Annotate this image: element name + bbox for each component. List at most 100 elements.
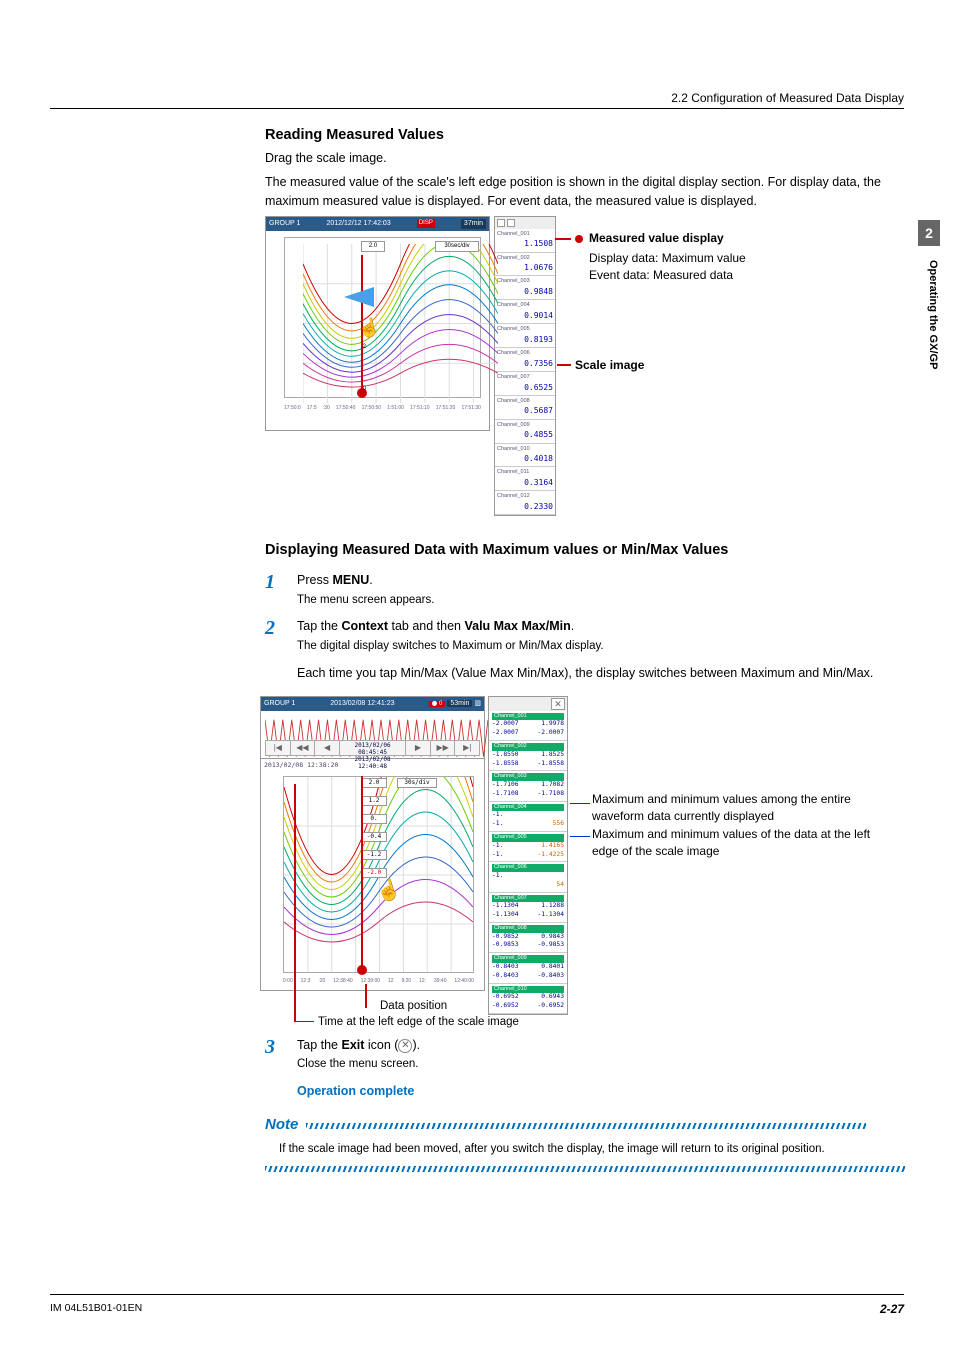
- minmax-row: Channel_005 -1.1.4165 -1.-1.4225: [489, 832, 567, 862]
- header-section: 2.2 Configuration of Measured Data Displ…: [671, 90, 904, 107]
- anno-time-left-edge: Time at the left edge of the scale image: [318, 1014, 519, 1030]
- step-3-main: Tap the Exit icon (✕).: [297, 1037, 905, 1055]
- value-row: Channel_0090.4855: [495, 420, 555, 444]
- callout-measured-value: Measured value display Display data: Max…: [575, 230, 746, 284]
- trend-panel[interactable]: GROUP 1 2012/12/12 17:42:03 DISP 37min: [265, 216, 490, 431]
- callout-connector-2: [557, 364, 571, 366]
- nav-next-button[interactable]: ▶: [406, 741, 431, 755]
- note-heading: Note: [265, 1114, 306, 1135]
- trend-grid: [284, 237, 481, 398]
- time-connector-h: [294, 1021, 314, 1023]
- scale-top-box: 2.0: [361, 241, 385, 252]
- step-2-sub: The digital display switches to Maximum …: [297, 638, 905, 654]
- hp-scale-handle[interactable]: [357, 965, 367, 975]
- step-2-num: 2: [265, 618, 283, 682]
- minmax-panel: ✕ Channel_001 -2.00071.9978 -2.0007-2.00…: [488, 696, 568, 1015]
- callout-connector-1: [555, 238, 571, 240]
- step-3-sub: Close the menu screen.: [297, 1056, 905, 1072]
- timediv-box: 30sec/div: [435, 241, 479, 252]
- value-row: Channel_0070.6525: [495, 372, 555, 396]
- value-row: Channel_0080.5687: [495, 396, 555, 420]
- displaying-minmax-heading: Displaying Measured Data with Maximum va…: [265, 540, 905, 560]
- value-row: Channel_0040.9014: [495, 300, 555, 324]
- trend-titlebar: GROUP 1 2012/12/12 17:42:03 DISP 37min: [266, 217, 489, 231]
- chapter-title: Operating the GX/GP: [925, 260, 940, 369]
- s1-p1: Drag the scale image.: [265, 149, 905, 167]
- dp-connector: [365, 984, 367, 1008]
- digital-panel-toolbar: [495, 217, 555, 229]
- step-3-num: 3: [265, 1037, 283, 1073]
- step-2-main: Tap the Context tab and then Valu Max Ma…: [297, 618, 905, 636]
- minmax-row: Channel_010 -0.69520.6943 -0.6952-0.6952: [489, 984, 567, 1014]
- rec-badge: 0: [429, 701, 445, 707]
- minmax-row: Channel_004 -1. -1.556: [489, 802, 567, 832]
- interval-badge: 37min: [461, 219, 486, 229]
- anno-data-position: Data position: [380, 998, 447, 1014]
- value-row: Channel_0011.1508: [495, 229, 555, 253]
- nav-forward-button[interactable]: ▶▶: [431, 741, 456, 755]
- minmax-row: Channel_003 -1.71061.7082 -1.7108-1.7108: [489, 771, 567, 801]
- step-1-main: Press MENU.: [297, 572, 905, 590]
- minmax-row: Channel_001 -2.00071.9978 -2.0007-2.0007: [489, 711, 567, 741]
- panel-icon-2[interactable]: [507, 219, 515, 227]
- minmax-row: Channel_008 -0.98520.9843 -0.9853-0.9853: [489, 923, 567, 953]
- nav-range: 2013/02/06 08:45:452013/02/08 12:40:48: [340, 741, 406, 755]
- disp-badge: DISP: [417, 219, 435, 227]
- hp-interval: 53min: [447, 700, 472, 707]
- minmax-row: Channel_007 -1.13041.1288 -1.1304-1.1304: [489, 893, 567, 923]
- anno-connector-1: [570, 803, 590, 804]
- callout-scale-image: Scale image: [575, 357, 644, 374]
- nav-prev-button[interactable]: ◀: [315, 741, 340, 755]
- timestamp: 2012/12/12 17:42:03: [326, 219, 390, 229]
- history-titlebar: GROUP 1 2013/02/08 12:41:23 0 53min ▥: [261, 697, 484, 711]
- anno-left-edge: Maximum and minimum values of the data a…: [592, 826, 872, 860]
- red-bullet-icon: [575, 235, 583, 243]
- minmax-row: Channel_009 -0.84030.8401 -0.8403-0.8403: [489, 953, 567, 983]
- time-connector-v: [294, 784, 296, 1022]
- nav-first-button[interactable]: |◀: [266, 741, 291, 755]
- value-row: Channel_0100.4018: [495, 444, 555, 468]
- drag-arrow-icon: [344, 287, 374, 307]
- scale-boxes: 2.0 30s/div 1.2 0. -0.4 -1.2 -2.0: [361, 778, 387, 886]
- operation-complete: Operation complete: [297, 1083, 905, 1101]
- nav-last-button[interactable]: ▶|: [455, 741, 479, 755]
- reading-measured-values-heading: Reading Measured Values: [265, 125, 905, 145]
- value-row: Channel_0110.3164: [495, 467, 555, 491]
- note-stripes-top: [306, 1123, 866, 1129]
- exit-icon[interactable]: ✕: [398, 1039, 412, 1053]
- anno-entire-waveform: Maximum and minimum values among the ent…: [592, 791, 872, 825]
- minmax-toolbar: ✕: [489, 697, 567, 711]
- value-row: Channel_0060.7356: [495, 348, 555, 372]
- page-footer: IM 04L51B01-01EN 2-27: [50, 1294, 904, 1318]
- value-row: Channel_0050.8193: [495, 324, 555, 348]
- nav-rewind-button[interactable]: ◀◀: [291, 741, 316, 755]
- close-icon[interactable]: ✕: [551, 698, 565, 710]
- hp-timestamp: 2013/02/08 12:41:23: [330, 699, 394, 709]
- hp-scale-line[interactable]: [361, 776, 363, 973]
- note-text: If the scale image had been moved, after…: [279, 1141, 905, 1158]
- hp-icon[interactable]: ▥: [474, 700, 481, 707]
- scale-mid: .2: [361, 343, 366, 351]
- step-2-sub2: Each time you tap Min/Max (Value Max Min…: [297, 664, 905, 682]
- step-1-sub: The menu screen appears.: [297, 592, 905, 608]
- overview-strip[interactable]: |◀ ◀◀ ◀ 2013/02/06 08:45:452013/02/08 12…: [261, 711, 484, 759]
- minmax-row: Channel_006 -1. 54: [489, 862, 567, 892]
- x-ticks: 17:50:017:5:3017:50:4017:50:501:51:0017:…: [284, 405, 481, 412]
- note-stripes-bottom: [265, 1166, 905, 1172]
- digital-panel: Channel_0011.1508Channel_0021.0676Channe…: [494, 216, 556, 517]
- value-row: Channel_0030.9848: [495, 276, 555, 300]
- hand-cursor-icon: ☝: [356, 314, 382, 343]
- value-row: Channel_0021.0676: [495, 253, 555, 277]
- minmax-row: Channel_002 -1.85501.8525 -1.8558-1.8558: [489, 741, 567, 771]
- value-row: Channel_0120.2330: [495, 491, 555, 515]
- doc-id: IM 04L51B01-01EN: [50, 1301, 142, 1318]
- hp-group: GROUP 1: [264, 699, 295, 709]
- anno-connector-2: [570, 836, 590, 837]
- chapter-tab: 2: [918, 220, 940, 246]
- hp-xticks: 0:0012:3:2012:38:4012:39:00129:2012:39:4…: [283, 978, 474, 985]
- nav-bar: |◀ ◀◀ ◀ 2013/02/06 08:45:452013/02/08 12…: [265, 740, 480, 756]
- header-rule: [50, 108, 904, 109]
- s1-p2: The measured value of the scale's left e…: [265, 173, 905, 209]
- step-1-num: 1: [265, 572, 283, 608]
- panel-icon-1[interactable]: [497, 219, 505, 227]
